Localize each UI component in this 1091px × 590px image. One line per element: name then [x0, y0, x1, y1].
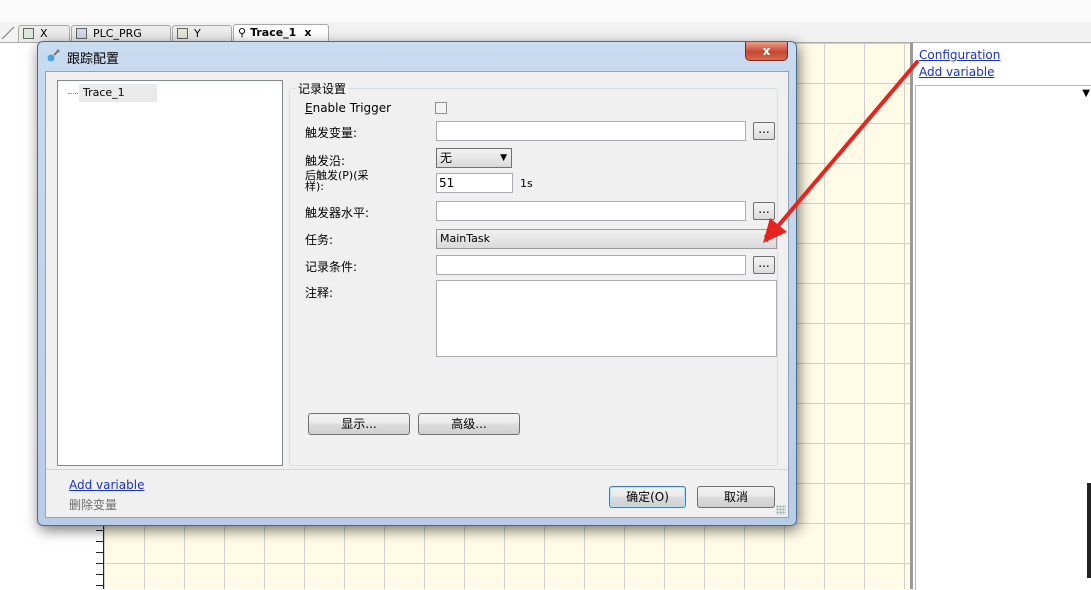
advanced-button[interactable]: 高级...	[418, 413, 520, 435]
delete-variable-link: 删除变量	[69, 498, 118, 512]
top-strip	[0, 0, 1091, 23]
editor-tab-bar: X PLC_PRG Y ⚲ Trace_1 x	[0, 22, 1091, 43]
trigger-level-input[interactable]	[436, 201, 746, 221]
tab-label: PLC_PRG	[93, 27, 142, 40]
trace-right-panel: Configuration Add variable ▼	[913, 43, 1091, 590]
task-select[interactable]: MainTask ▼	[436, 229, 777, 249]
trigger-variable-label: 触发变量:	[305, 126, 358, 140]
close-button[interactable]: x	[745, 42, 788, 61]
dialog-body: Trace_1 记录设置 Enable Trigger 触发变量: ... 触发…	[45, 71, 789, 518]
enable-trigger-checkbox[interactable]	[435, 102, 447, 114]
add-variable-link[interactable]: Add variable	[919, 65, 994, 79]
trigger-variable-input[interactable]	[436, 121, 746, 141]
variable-icon	[177, 28, 188, 39]
chevron-down-icon: ▼	[764, 234, 771, 244]
trigger-edge-value: 无	[440, 151, 453, 165]
tab-label: Trace_1	[250, 26, 297, 39]
comment-textarea[interactable]	[436, 280, 777, 357]
trace-config-dialog: 跟踪配置 x Trace_1 记录设置 Enable Trigger 触发变量:…	[37, 41, 797, 526]
resize-grip-icon[interactable]	[776, 505, 786, 515]
trace-tree[interactable]: Trace_1	[57, 80, 283, 466]
configuration-link[interactable]: Configuration	[919, 48, 1000, 62]
trigger-variable-browse-button[interactable]: ...	[753, 122, 775, 140]
footer-divider	[46, 469, 788, 470]
trigger-level-browse-button[interactable]: ...	[753, 202, 775, 220]
tree-item-trace-1[interactable]: Trace_1	[79, 84, 157, 102]
cancel-button[interactable]: 取消	[697, 486, 775, 508]
record-condition-label: 记录条件:	[305, 260, 358, 274]
trace-config-icon	[47, 49, 60, 62]
dialog-title: 跟踪配置	[67, 52, 120, 67]
tab-plc-prg[interactable]: PLC_PRG	[71, 25, 171, 42]
tab-label: Y	[194, 27, 201, 40]
display-button[interactable]: 显示...	[308, 413, 410, 435]
trigger-edge-select[interactable]: 无 ▼	[436, 148, 512, 168]
tree-connector	[68, 93, 78, 94]
enable-trigger-label: Enable Trigger	[305, 101, 392, 115]
axis-ticks	[96, 530, 104, 589]
comment-label: 注释:	[305, 286, 334, 300]
program-icon	[76, 28, 87, 39]
trigger-level-label: 触发器水平:	[305, 206, 370, 220]
dialog-add-variable-link[interactable]: Add variable	[69, 478, 144, 492]
task-value: MainTask	[440, 232, 490, 245]
variable-list[interactable]: ▼	[915, 85, 1091, 590]
tab-trace-1[interactable]: ⚲ Trace_1 x	[233, 24, 329, 42]
record-settings-group	[289, 88, 778, 466]
record-condition-input[interactable]	[436, 255, 746, 275]
trigger-edge-label: 触发沿:	[305, 154, 346, 168]
ok-button[interactable]: 确定(O)	[609, 486, 686, 508]
dropdown-arrow-icon[interactable]: ▼	[1082, 88, 1090, 99]
post-trigger-input[interactable]: 51	[436, 173, 513, 193]
tab-y[interactable]: Y	[172, 25, 232, 42]
group-title: 记录设置	[296, 80, 349, 97]
variable-icon	[23, 28, 34, 39]
record-condition-browse-button[interactable]: ...	[753, 256, 775, 274]
tab-scroll-icon[interactable]	[0, 22, 18, 42]
post-trigger-label: 后触发(P)(采 样):	[305, 169, 369, 193]
trace-icon: ⚲	[238, 26, 247, 39]
scrollbar[interactable]	[1087, 483, 1091, 578]
task-label: 任务:	[305, 233, 334, 247]
close-icon[interactable]: x	[304, 26, 311, 39]
tab-label: X	[40, 27, 48, 40]
chevron-down-icon: ▼	[500, 153, 507, 163]
post-trigger-unit: 1s	[520, 177, 533, 190]
tab-x[interactable]: X	[18, 25, 70, 42]
